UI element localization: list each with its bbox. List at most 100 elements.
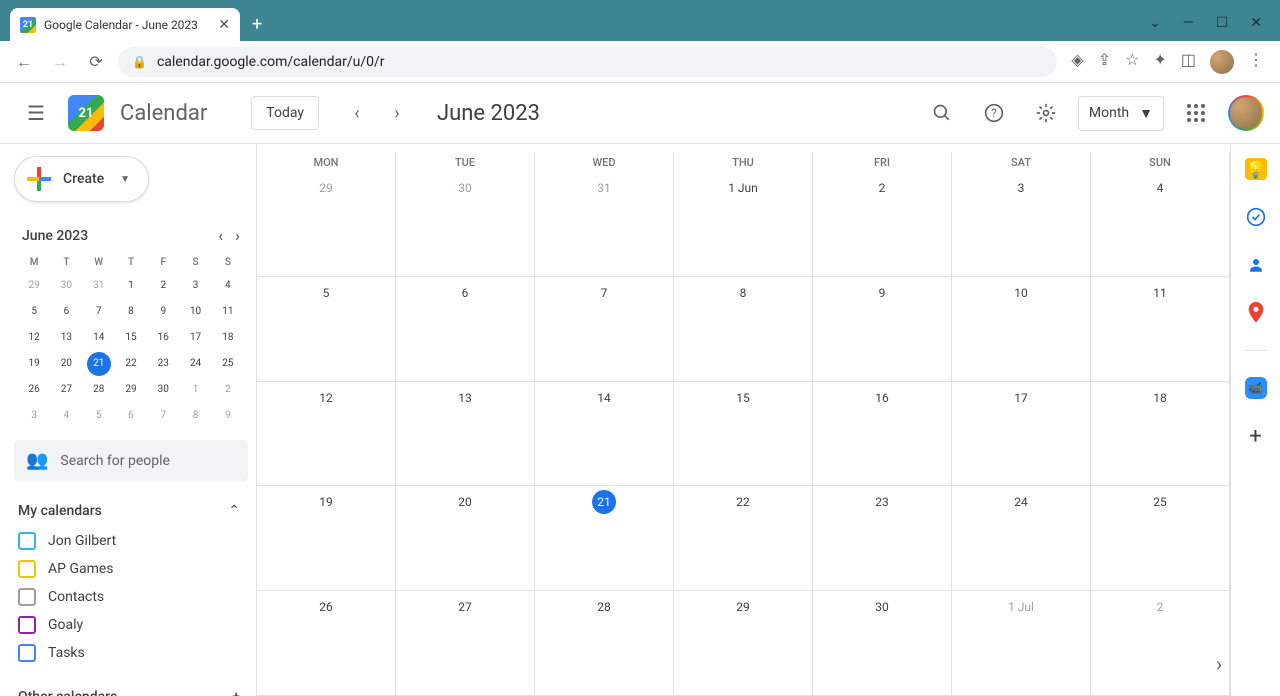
- next-period-button[interactable]: ›: [381, 97, 413, 129]
- day-cell[interactable]: 16: [813, 382, 952, 487]
- back-button[interactable]: ←: [10, 48, 38, 76]
- mini-day[interactable]: 2: [216, 378, 240, 402]
- day-cell[interactable]: 14: [535, 382, 674, 487]
- mini-prev-button[interactable]: ‹: [218, 226, 223, 245]
- profile-avatar[interactable]: [1210, 50, 1234, 74]
- day-cell[interactable]: 7: [535, 277, 674, 382]
- calendar-checkbox[interactable]: [18, 644, 36, 662]
- calendar-item[interactable]: Contacts: [14, 583, 248, 611]
- mini-day[interactable]: 12: [22, 326, 46, 350]
- mini-day[interactable]: 23: [151, 352, 175, 376]
- help-icon[interactable]: ?: [974, 93, 1014, 133]
- mini-next-button[interactable]: ›: [235, 226, 240, 245]
- mini-day[interactable]: 30: [151, 378, 175, 402]
- mini-day[interactable]: 11: [216, 300, 240, 324]
- mini-day[interactable]: 7: [151, 404, 175, 428]
- share-icon[interactable]: ⇪: [1098, 50, 1111, 74]
- day-cell[interactable]: 11: [1091, 277, 1230, 382]
- account-avatar[interactable]: [1228, 95, 1264, 131]
- mini-day[interactable]: 7: [87, 300, 111, 324]
- mini-day[interactable]: 26: [22, 378, 46, 402]
- mini-day[interactable]: 29: [119, 378, 143, 402]
- tasks-icon[interactable]: [1245, 206, 1267, 228]
- mini-day[interactable]: 21: [87, 352, 111, 376]
- bookmark-icon[interactable]: ☆: [1125, 50, 1139, 74]
- main-menu-button[interactable]: ☰: [16, 93, 56, 133]
- show-side-panel-button[interactable]: ›: [1216, 652, 1222, 676]
- day-cell[interactable]: 15: [674, 382, 813, 487]
- mini-day[interactable]: 5: [87, 404, 111, 428]
- day-cell[interactable]: 12: [257, 382, 396, 487]
- day-cell[interactable]: 22: [674, 486, 813, 591]
- mini-day[interactable]: 25: [216, 352, 240, 376]
- mini-day[interactable]: 30: [54, 274, 78, 298]
- mini-day[interactable]: 4: [54, 404, 78, 428]
- maps-icon[interactable]: [1245, 302, 1267, 324]
- calendar-checkbox[interactable]: [18, 616, 36, 634]
- mini-day[interactable]: 24: [184, 352, 208, 376]
- contacts-icon[interactable]: [1245, 254, 1267, 276]
- day-cell[interactable]: 30: [813, 591, 952, 696]
- day-cell[interactable]: 26: [257, 591, 396, 696]
- day-cell[interactable]: 21: [535, 486, 674, 591]
- reload-button[interactable]: ⟳: [82, 48, 110, 76]
- my-calendars-header[interactable]: My calendars ⌃: [14, 499, 248, 527]
- close-window-button[interactable]: ✕: [1250, 15, 1262, 31]
- mini-day[interactable]: 3: [184, 274, 208, 298]
- day-cell[interactable]: 10: [952, 277, 1091, 382]
- mini-day[interactable]: 17: [184, 326, 208, 350]
- day-cell[interactable]: 5: [257, 277, 396, 382]
- sidepanel-icon[interactable]: ◫: [1181, 50, 1196, 74]
- extensions-icon[interactable]: ✦: [1153, 50, 1166, 74]
- day-cell[interactable]: 13: [396, 382, 535, 487]
- mini-day[interactable]: 27: [54, 378, 78, 402]
- keep-icon[interactable]: 💡: [1245, 158, 1267, 180]
- other-calendars-header[interactable]: Other calendars +: [14, 685, 248, 696]
- day-cell[interactable]: 25: [1091, 486, 1230, 591]
- forward-button[interactable]: →: [46, 48, 74, 76]
- mini-day[interactable]: 20: [54, 352, 78, 376]
- day-cell[interactable]: 1 Jun: [674, 172, 813, 277]
- mini-day[interactable]: 10: [184, 300, 208, 324]
- mini-day[interactable]: 18: [216, 326, 240, 350]
- mini-day[interactable]: 14: [87, 326, 111, 350]
- mini-day[interactable]: 19: [22, 352, 46, 376]
- calendar-checkbox[interactable]: [18, 588, 36, 606]
- mini-day[interactable]: 16: [151, 326, 175, 350]
- settings-icon[interactable]: [1026, 93, 1066, 133]
- mini-day[interactable]: 28: [87, 378, 111, 402]
- mini-day[interactable]: 8: [184, 404, 208, 428]
- new-tab-button[interactable]: +: [240, 14, 274, 41]
- chevron-down-icon[interactable]: ⌄: [1149, 15, 1161, 31]
- mini-day[interactable]: 9: [216, 404, 240, 428]
- calendar-checkbox[interactable]: [18, 532, 36, 550]
- mini-day[interactable]: 22: [119, 352, 143, 376]
- mini-day[interactable]: 29: [22, 274, 46, 298]
- day-cell[interactable]: 29: [257, 172, 396, 277]
- mini-day[interactable]: 1: [184, 378, 208, 402]
- close-tab-icon[interactable]: ✕: [218, 17, 230, 33]
- day-cell[interactable]: 30: [396, 172, 535, 277]
- day-cell[interactable]: 6: [396, 277, 535, 382]
- mini-day[interactable]: 5: [22, 300, 46, 324]
- calendar-item[interactable]: Tasks: [14, 639, 248, 667]
- calendar-item[interactable]: AP Games: [14, 555, 248, 583]
- day-cell[interactable]: 27: [396, 591, 535, 696]
- day-cell[interactable]: 1 Jul: [952, 591, 1091, 696]
- zoom-icon[interactable]: 📹: [1245, 377, 1267, 399]
- day-cell[interactable]: 19: [257, 486, 396, 591]
- day-cell[interactable]: 29: [674, 591, 813, 696]
- day-cell[interactable]: 24: [952, 486, 1091, 591]
- mini-day[interactable]: 4: [216, 274, 240, 298]
- mini-day[interactable]: 1: [119, 274, 143, 298]
- kebab-menu-icon[interactable]: ⋮: [1248, 50, 1264, 74]
- search-people-input[interactable]: 👥 Search for people: [14, 440, 248, 481]
- day-cell[interactable]: 9: [813, 277, 952, 382]
- day-cell[interactable]: 20: [396, 486, 535, 591]
- day-cell[interactable]: 3: [952, 172, 1091, 277]
- mini-day[interactable]: 6: [54, 300, 78, 324]
- search-icon[interactable]: [922, 93, 962, 133]
- mini-day[interactable]: 2: [151, 274, 175, 298]
- calendar-checkbox[interactable]: [18, 560, 36, 578]
- maximize-button[interactable]: ☐: [1216, 15, 1229, 31]
